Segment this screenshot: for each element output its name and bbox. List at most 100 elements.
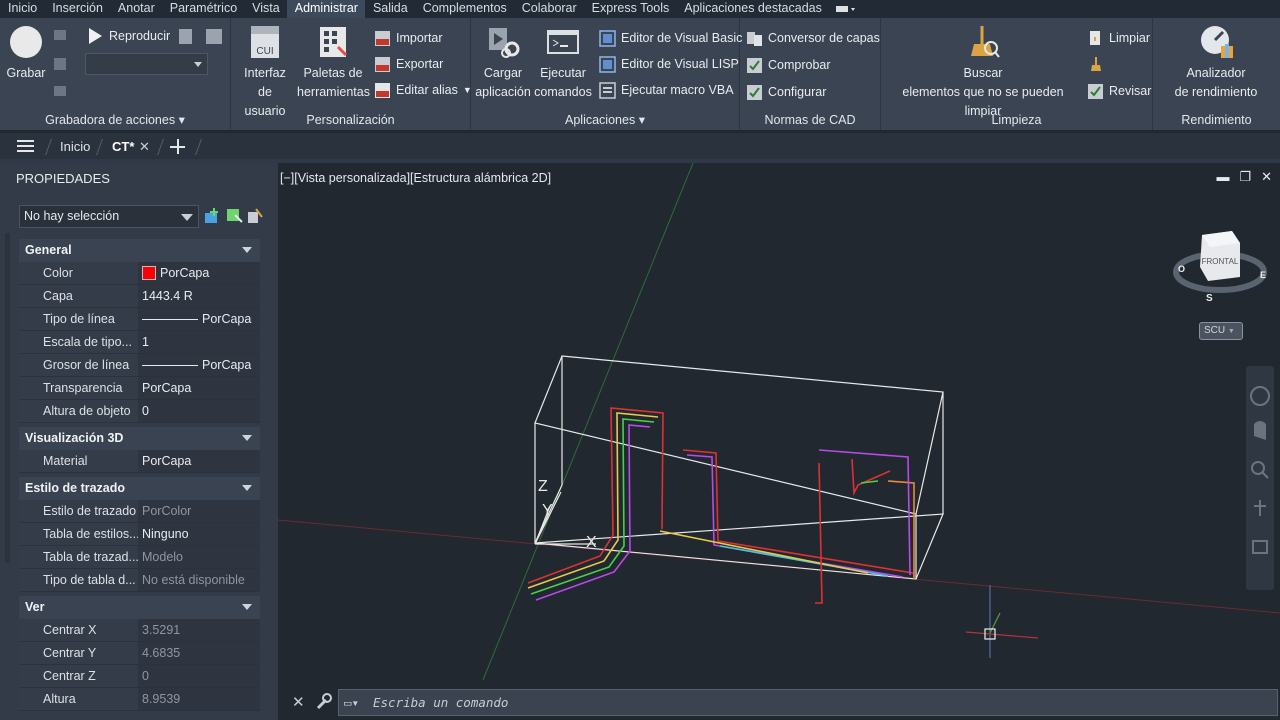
prop-value[interactable]: 0: [138, 400, 260, 422]
menu-parametrico[interactable]: Paramétrico: [162, 0, 244, 18]
tool-palettes-icon: [316, 24, 350, 60]
section-general[interactable]: General: [19, 239, 260, 262]
editor-visual-basic-button[interactable]: Editor de Visual Basic: [599, 28, 742, 48]
cargar-aplicacion-button[interactable]: Cargar aplicación: [473, 24, 533, 102]
section-vis3d-title: Visualización 3D: [25, 431, 124, 445]
performance-gauge-icon: [1199, 24, 1233, 60]
prop-key: Color: [19, 262, 138, 284]
close-icon[interactable]: ✕: [1261, 169, 1272, 185]
panel-personalizacion: CUI Interfaz de usuario Paletas de herra…: [231, 18, 472, 130]
viewcube[interactable]: FRONTAL O E S: [1172, 225, 1272, 305]
limpiar-button[interactable]: Limpiar: [1087, 28, 1150, 48]
selection-dropdown[interactable]: No hay selección: [19, 205, 199, 228]
toggle-pickadd-button[interactable]: [203, 206, 221, 226]
prop-value[interactable]: Ninguno: [138, 523, 260, 545]
reproducir-button[interactable]: Reproducir: [86, 26, 170, 46]
exportar-button[interactable]: Exportar: [374, 54, 443, 74]
conversor-capas-button[interactable]: Conversor de capas: [746, 28, 880, 48]
menu-anotar[interactable]: Anotar: [110, 0, 162, 18]
revisar-button[interactable]: Revisar: [1087, 81, 1151, 101]
command-placeholder: Escriba un comando: [373, 695, 509, 710]
ucs-y-label: Y: [542, 502, 553, 519]
select-objects-icon: [227, 209, 243, 223]
revisar-label: Revisar: [1109, 84, 1152, 98]
command-input[interactable]: ▭▾ Escriba un comando: [338, 689, 1278, 716]
select-objects-button[interactable]: [225, 206, 243, 226]
tab-ct[interactable]: CT*: [112, 133, 134, 160]
app-menu-button[interactable]: [17, 133, 35, 160]
menu-vista[interactable]: Vista: [244, 0, 287, 18]
ribbon-toggle-icon: [835, 6, 855, 12]
prop-value-text: PorCapa: [202, 312, 252, 326]
editar-alias-button[interactable]: Editar alias ▼: [374, 80, 472, 100]
tab-inicio[interactable]: Inicio: [60, 133, 90, 160]
prop-value[interactable]: PorCapa: [138, 450, 260, 472]
buscar-no-limpiables-button[interactable]: Buscar elementos que no se pueden limpia…: [883, 24, 1083, 121]
grabadora-title-text: Grabadora de acciones: [45, 113, 176, 127]
prop-value[interactable]: PorCapa: [138, 308, 260, 330]
prop-value: Modelo: [138, 546, 260, 568]
linetype-sample-icon: [142, 318, 198, 320]
section-ver[interactable]: Ver: [19, 596, 260, 619]
broom-small-icon: [1089, 56, 1103, 77]
command-history-icon[interactable]: ▭▾: [344, 690, 359, 715]
grabar-button[interactable]: Grabar: [4, 24, 48, 83]
close-tab-icon[interactable]: ✕: [139, 133, 150, 160]
section-visualizacion-3d[interactable]: Visualización 3D: [19, 427, 260, 450]
comprobar-button[interactable]: Comprobar: [746, 55, 831, 75]
menu-insercion[interactable]: Inserción: [44, 0, 110, 18]
importar-label: Importar: [396, 31, 443, 45]
drawing-viewport[interactable]: Z Y X [−][Vista personalizada][Estructur…: [278, 163, 1280, 685]
new-tab-button[interactable]: [170, 133, 186, 160]
prop-row: Capa 1443.4 R: [19, 285, 260, 308]
viewport-label[interactable]: [−][Vista personalizada][Estructura alám…: [280, 171, 551, 185]
configurar-button[interactable]: Configurar: [746, 82, 826, 102]
section-estilo-trazado[interactable]: Estilo de trazado: [19, 477, 260, 500]
prop-value[interactable]: PorCapa: [138, 354, 260, 376]
prop-value: 0: [138, 665, 260, 687]
menu-salida[interactable]: Salida: [365, 0, 415, 18]
compass-e-label: E: [1260, 270, 1266, 280]
palette-scrollbar[interactable]: [5, 233, 10, 563]
paletas-herramientas-button[interactable]: Paletas de herramientas: [297, 24, 370, 102]
menu-complementos[interactable]: Complementos: [415, 0, 514, 18]
prop-row: Transparencia PorCapa: [19, 377, 260, 400]
cui-icon: CUI: [248, 24, 282, 60]
prop-value[interactable]: PorCapa: [138, 262, 260, 284]
viewport-controls: ▬ ❐ ✕: [1216, 169, 1272, 185]
close-command-icon[interactable]: ✕: [292, 693, 305, 711]
menu-inicio[interactable]: Inicio: [0, 0, 44, 18]
prop-value[interactable]: 1443.4 R: [138, 285, 260, 307]
panel-aplicaciones-title[interactable]: Aplicaciones ▾: [471, 112, 739, 127]
prop-value[interactable]: PorCapa: [138, 377, 260, 399]
minimize-icon[interactable]: ▬: [1216, 169, 1229, 185]
ejecutar-macro-vba-button[interactable]: Ejecutar macro VBA: [599, 80, 734, 100]
panel-grabadora-title[interactable]: Grabadora de acciones ▾: [0, 112, 230, 127]
macro-select[interactable]: [85, 53, 208, 75]
restore-icon[interactable]: ❐: [1239, 169, 1251, 185]
layer-translator-icon: [746, 30, 763, 47]
analizador-rendimiento-button[interactable]: Analizador de rendimiento: [1157, 24, 1275, 102]
editor-visual-lisp-button[interactable]: Editor de Visual LISP: [599, 54, 739, 74]
reproducir-label: Reproducir: [109, 29, 171, 43]
customize-wrench-icon[interactable]: [314, 692, 332, 715]
command-line: ✕ ▭▾ Escriba un comando: [278, 686, 1280, 720]
panel-personalizacion-title: Personalización: [306, 113, 395, 127]
prop-value[interactable]: 1: [138, 331, 260, 353]
importar-button[interactable]: Importar: [374, 28, 443, 48]
edit-pgp-icon: [374, 82, 391, 99]
file-tab-bar: Inicio CT* ✕: [0, 133, 1280, 160]
menu-administrar[interactable]: Administrar: [286, 0, 365, 18]
ucs-z-label: Z: [538, 478, 548, 495]
vlisp-editor-icon: [599, 55, 616, 73]
ucs-label: SCU: [1204, 325, 1226, 336]
quick-select-button[interactable]: [246, 206, 264, 226]
interfaz-usuario-button[interactable]: CUI Interfaz de usuario: [237, 24, 293, 121]
ribbon-minimize-button[interactable]: [835, 0, 857, 18]
menu-colaborar[interactable]: Colaborar: [514, 0, 584, 18]
menu-express-tools[interactable]: Express Tools: [584, 0, 677, 18]
menu-aplicaciones-destacadas[interactable]: Aplicaciones destacadas: [676, 0, 829, 18]
configure-standards-icon: [746, 84, 763, 101]
ucs-menu-button[interactable]: SCU ▼: [1199, 322, 1243, 340]
ejecutar-comandos-button[interactable]: Ejecutar comandos: [533, 24, 593, 102]
